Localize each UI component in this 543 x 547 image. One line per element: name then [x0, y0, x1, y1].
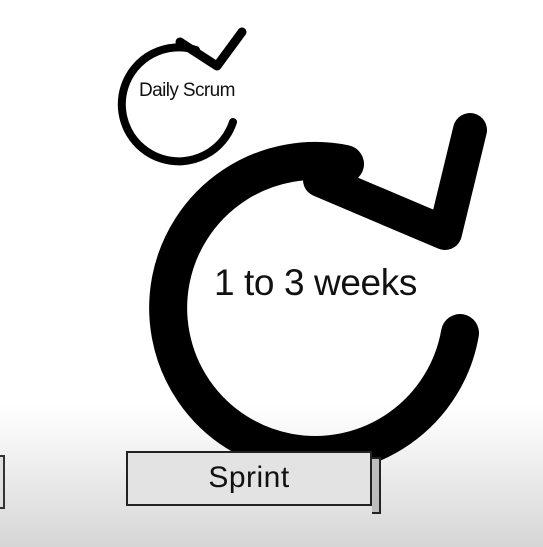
sprint-label: Sprint — [208, 461, 290, 494]
sprint-box: Sprint — [126, 451, 381, 514]
adjacent-box-edge — [0, 455, 5, 509]
daily-scrum-label: Daily Scrum — [139, 80, 235, 101]
scrum-diagram: Daily Scrum 1 to 3 weeks Sprint — [0, 0, 543, 547]
daily-scrum-arrowhead — [175, 27, 247, 71]
sprint-duration-label: 1 to 3 weeks — [214, 262, 417, 303]
